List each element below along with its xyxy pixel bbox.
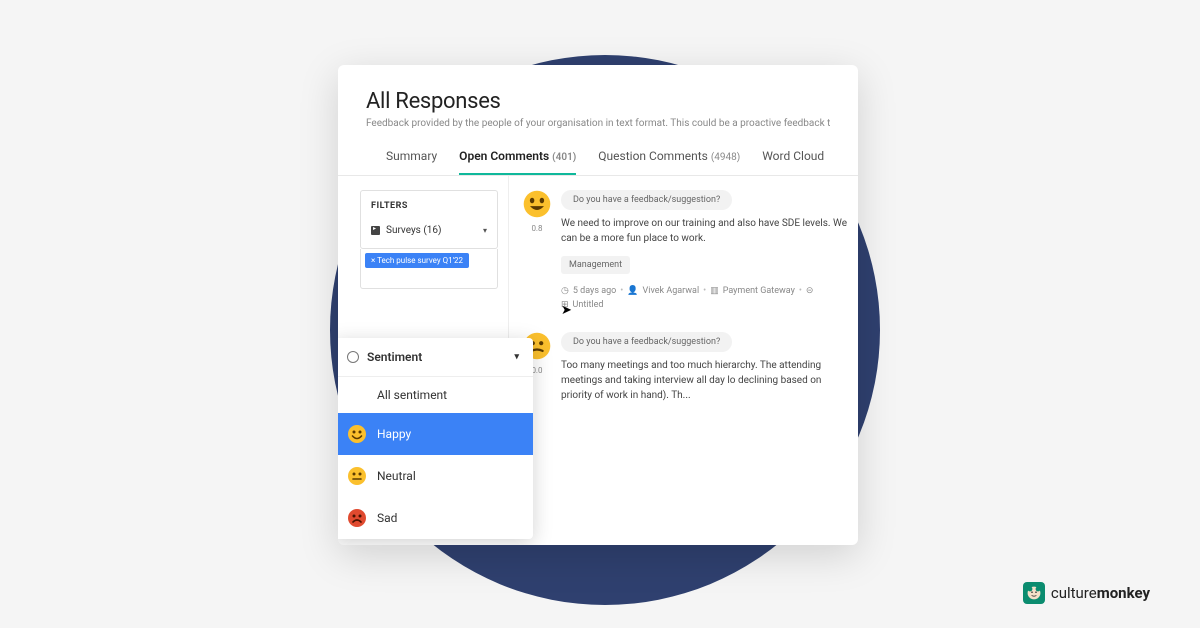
- question-pill: Do you have a feedback/suggestion?: [561, 332, 732, 352]
- filters-title: FILTERS: [371, 201, 487, 211]
- monkey-icon: [1023, 582, 1045, 604]
- chevron-down-icon: ▾: [514, 352, 519, 362]
- comment-meta: ◷ 5 days ago • 👤 Vivek Agarwal • ▥ Payme…: [561, 286, 850, 296]
- sentiment-score: 0.8: [523, 224, 551, 233]
- meta-time: 5 days ago: [573, 286, 616, 296]
- meta-dept: Payment Gateway: [723, 286, 795, 296]
- page-title: All Responses: [366, 89, 830, 114]
- sentiment-dropdown: Sentiment ▾ All sentiment Happy: [338, 338, 533, 539]
- clock-icon: ◷: [561, 286, 569, 296]
- meta-survey: Untitled: [573, 300, 604, 310]
- tab-question-comments-label: Question Comments: [598, 149, 708, 163]
- tab-open-comments-count: (401): [552, 152, 576, 163]
- sentiment-sad-label: Sad: [377, 511, 397, 525]
- filter-chip-tech-pulse[interactable]: × Tech pulse survey Q1'22: [365, 253, 469, 268]
- brand-logo: culturemonkey: [1023, 582, 1150, 604]
- comment-text: Too many meetings and too much hierarchy…: [561, 358, 850, 403]
- tab-summary[interactable]: Summary: [386, 149, 437, 175]
- comment-row: 0.0 Do you have a feedback/suggestion? T…: [523, 332, 850, 403]
- tabs: Summary Open Comments (401) Question Com…: [338, 135, 858, 176]
- chevron-down-icon: ▾: [483, 226, 487, 235]
- comment-row: 0.8 Do you have a feedback/suggestion? W…: [523, 190, 850, 310]
- neutral-face-icon: [347, 466, 367, 486]
- tab-question-comments-count: (4948): [711, 152, 740, 163]
- sentiment-icon: [347, 351, 359, 363]
- responses-window: All Responses Feedback provided by the p…: [338, 65, 858, 545]
- anon-icon: ⊝: [806, 286, 814, 296]
- mouse-cursor-icon: ➤: [561, 303, 572, 318]
- sentiment-option-sad[interactable]: Sad: [338, 497, 533, 539]
- tab-word-cloud[interactable]: Word Cloud: [762, 149, 824, 175]
- filter-surveys-label: Surveys (16): [386, 225, 441, 236]
- building-icon: ▥: [710, 286, 719, 296]
- happy-face-icon: [347, 424, 367, 444]
- sentiment-happy-label: Happy: [377, 427, 411, 441]
- question-pill: Do you have a feedback/suggestion?: [561, 190, 732, 210]
- brand-name-bold: monkey: [1097, 584, 1150, 602]
- sad-face-icon: [347, 508, 367, 528]
- comments-list: 0.8 Do you have a feedback/suggestion? W…: [508, 176, 858, 522]
- filters-sidebar: FILTERS Surveys (16) ▾ × Tech pulse surv…: [338, 176, 498, 522]
- sentiment-option-all[interactable]: All sentiment: [338, 377, 533, 413]
- happy-face-icon: [523, 190, 551, 218]
- meta-user: Vivek Agarwal: [643, 286, 700, 296]
- tab-open-comments[interactable]: Open Comments (401): [459, 149, 576, 175]
- filter-surveys[interactable]: Surveys (16) ▾: [371, 221, 487, 240]
- comment-tag[interactable]: Management: [561, 256, 630, 274]
- user-icon: 👤: [627, 286, 638, 296]
- sentiment-option-happy[interactable]: Happy: [338, 413, 533, 455]
- comment-text: We need to improve on our training and a…: [561, 216, 850, 246]
- surveys-icon: [371, 226, 380, 235]
- sentiment-all-label: All sentiment: [377, 388, 447, 402]
- tab-open-comments-label: Open Comments: [459, 149, 549, 163]
- sentiment-dropdown-header[interactable]: Sentiment ▾: [338, 338, 533, 377]
- brand-name-pre: culture: [1051, 584, 1097, 602]
- tab-question-comments[interactable]: Question Comments (4948): [598, 149, 740, 175]
- filter-chips-area: × Tech pulse survey Q1'22: [360, 249, 498, 289]
- sentiment-neutral-label: Neutral: [377, 469, 416, 483]
- page-subtitle: Feedback provided by the people of your …: [366, 118, 830, 129]
- sentiment-option-neutral[interactable]: Neutral: [338, 455, 533, 497]
- sentiment-header-label: Sentiment: [367, 350, 422, 364]
